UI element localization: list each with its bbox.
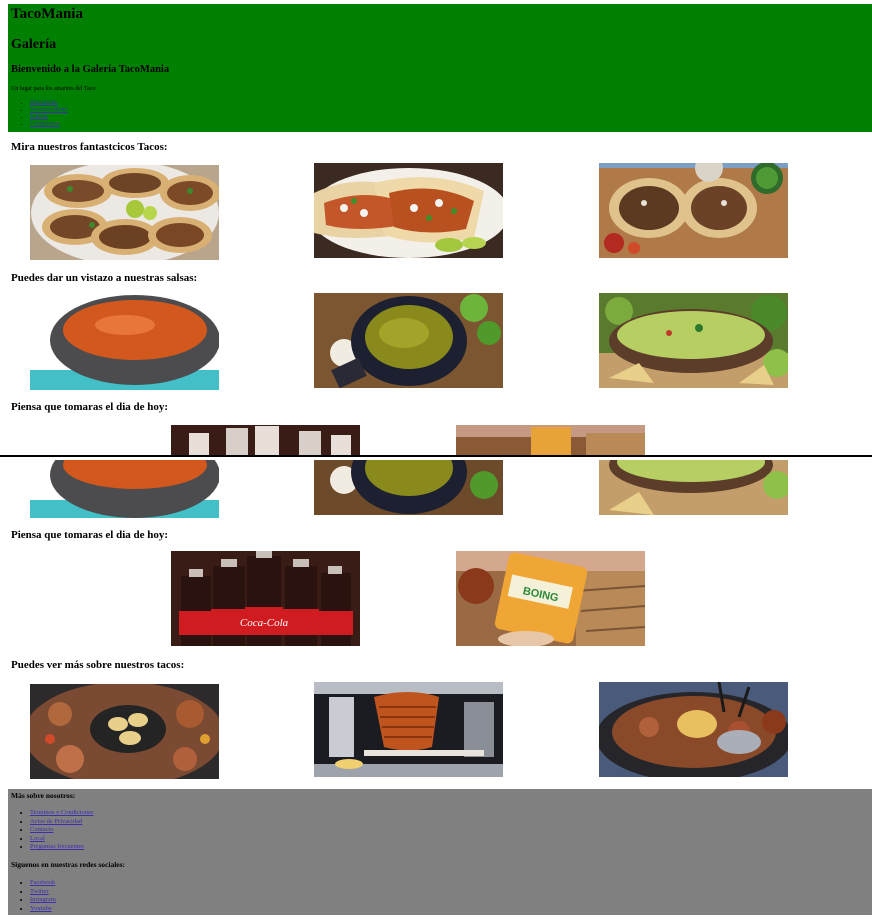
link-terminos[interactable]: Terminos y Condiciones [30,809,93,816]
link-facebook[interactable]: Facebook [30,879,55,886]
about-heading: Más sobre nosotros: [11,791,76,800]
comal-meats-image [30,684,219,779]
nav-link-nosotros-menu[interactable]: Nosotros/Menu [30,107,67,113]
scroll-divider [0,455,872,457]
more-tacos-heading: Puedes ver más sobre nuestros tacos: [11,659,185,671]
trompo-pastor-image [314,682,503,777]
nav-link-galeria[interactable]: Galería [30,114,48,120]
link-privacidad[interactable]: Aviso de Privacidad [30,818,82,825]
guacamole-image [599,293,788,388]
tacos-plate-image [30,165,219,260]
nav-link-contactanos[interactable]: Contáctanos [30,121,60,127]
drinks-boing-image-partial [456,425,645,455]
tagline: Un lugar para los amantes del Taco [11,86,96,92]
main-nav: Bienvenido Nosotros/Menu Galería Contáct… [18,100,67,128]
salsa-verde-image-partial [314,460,503,515]
link-local[interactable]: Local [30,835,45,842]
link-contacto[interactable]: Contacto [30,826,53,833]
drinks-heading-2: Piensa que tomaras el dia de hoy: [11,529,169,541]
cazo-carnitas-image [599,682,788,777]
coke-logo-text: Coca-Cola [240,617,289,629]
page-title: Galería [11,37,57,52]
salsa-roja-image [30,295,219,390]
tacos-pastor-image [314,163,503,258]
link-preguntas[interactable]: Preguntas frecuentes [30,843,84,850]
brand-title: TacoMania [11,6,83,22]
salsa-roja-image-partial [30,460,219,518]
drinks-heading: Piensa que tomaras el dia de hoy: [11,401,169,413]
welcome-heading: Bienvenido a la Galería TacoMania [11,64,170,75]
nav-link-bienvenido[interactable]: Bienvenido [30,100,58,106]
boing-image: BOING [456,551,645,646]
tacos-heading: Mira nuestros fantastcicos Tacos: [11,141,168,153]
tacos-board-image [599,163,788,258]
site-header: TacoMania Galería Bienvenido a la Galerí… [8,4,872,132]
link-twitter[interactable]: Twitter [30,888,49,895]
salsas-heading: Puedes dar un vistazo a nuestras salsas: [11,272,198,284]
coca-cola-image: Coca-Cola [171,551,360,646]
link-instagram[interactable]: Instagram [30,896,56,903]
social-heading: Siguenos en nuestras redes sociales: [11,860,126,869]
social-links: Facebook Twitter Instagram Youtube [18,879,56,913]
about-links: Terminos y Condiciones Aviso de Privacid… [18,809,93,852]
salsa-verde-image [314,293,503,388]
link-youtube[interactable]: Youtube [30,905,52,912]
site-footer: Más sobre nosotros: Terminos y Condicion… [8,789,872,915]
guacamole-image-partial [599,460,788,515]
drinks-coke-image-partial [171,425,360,455]
